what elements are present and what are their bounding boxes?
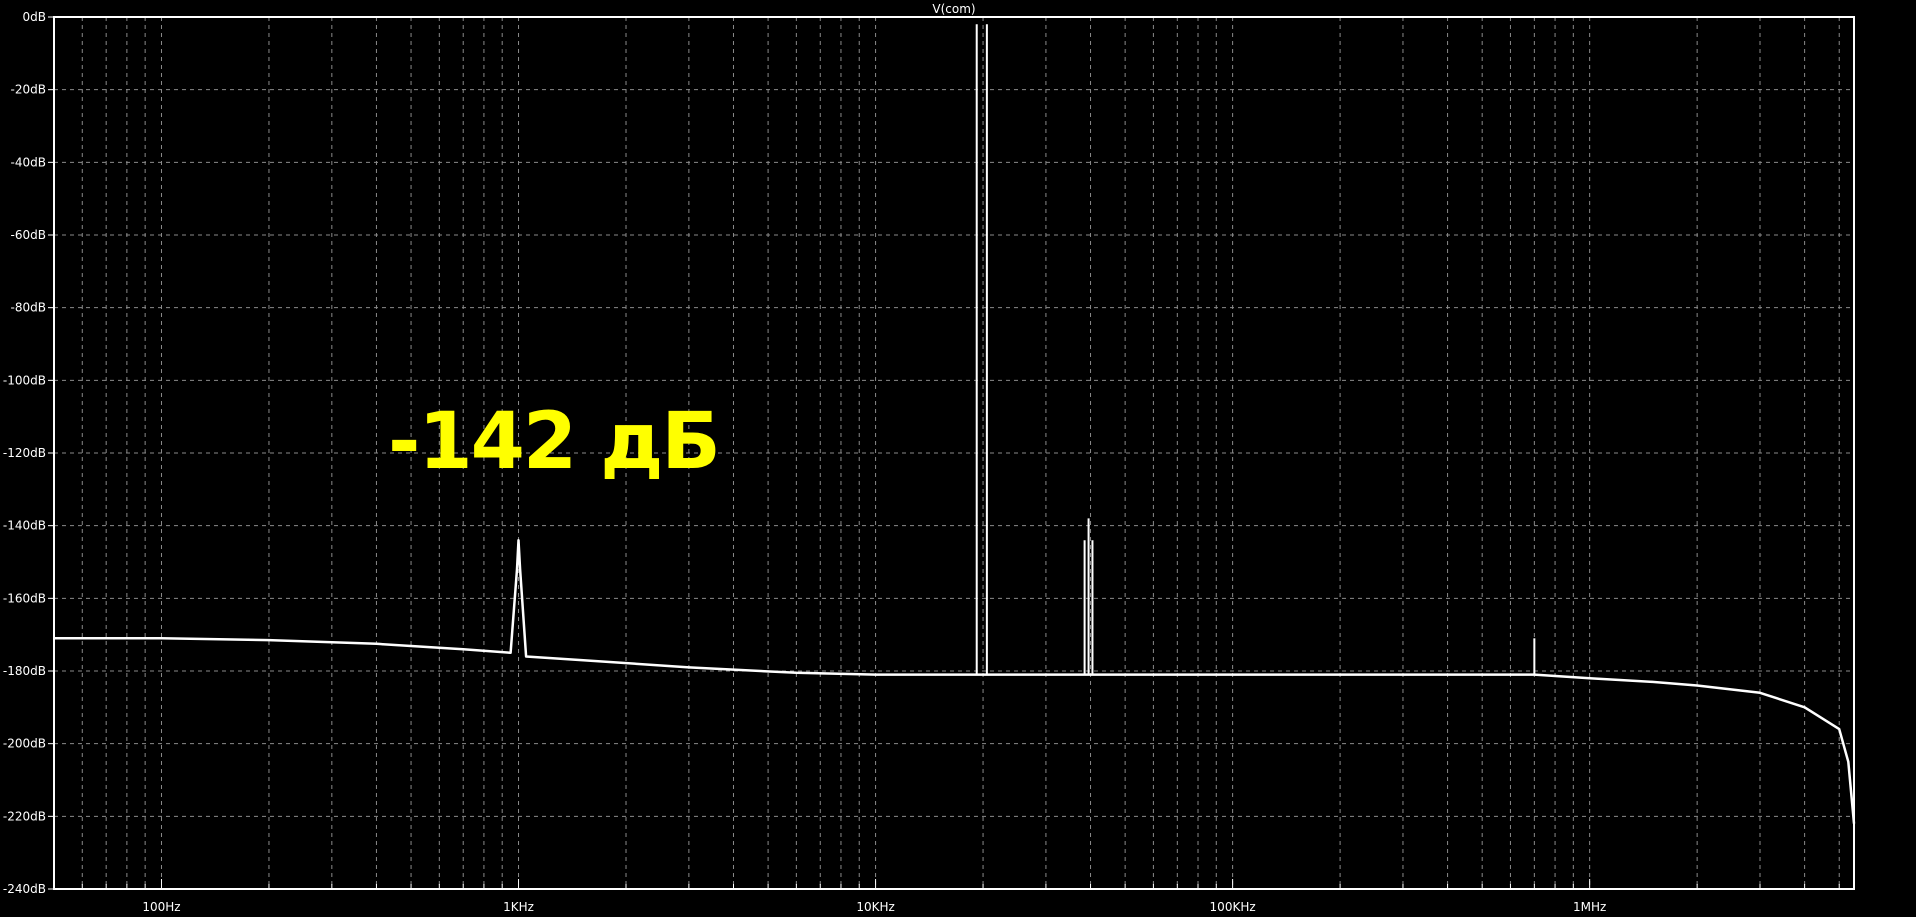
x-tick-label: 100Hz bbox=[142, 900, 180, 914]
y-tick-label: -160dB bbox=[3, 591, 46, 605]
y-tick-label: -40dB bbox=[11, 155, 46, 169]
y-tick-label: -60dB bbox=[11, 228, 46, 242]
y-tick-label: -100dB bbox=[3, 373, 46, 387]
spectrum-plot: 0dB -20dB -40dB -60dB -80dB -100dB -120dB -140d… bbox=[0, 0, 1916, 917]
y-tick-label: -240dB bbox=[3, 882, 46, 896]
annotation-label: -142 дБ bbox=[388, 397, 719, 487]
y-tick-label: -200dB bbox=[3, 737, 46, 751]
chart-title: V(com) bbox=[932, 2, 975, 16]
x-tick-label: 1MHz bbox=[1573, 900, 1606, 914]
y-tick-label: -20dB bbox=[11, 83, 46, 97]
y-tick-label: -180dB bbox=[3, 664, 46, 678]
x-tick-label: 100KHz bbox=[1210, 900, 1256, 914]
y-tick-label: -140dB bbox=[3, 519, 46, 533]
x-tick-label: 10KHz bbox=[856, 900, 894, 914]
y-tick-label: -220dB bbox=[3, 809, 46, 823]
y-tick-label: -80dB bbox=[11, 301, 46, 315]
y-tick-label: 0dB bbox=[23, 10, 46, 24]
x-tick-label: 1KHz bbox=[503, 900, 534, 914]
y-tick-label: -120dB bbox=[3, 446, 46, 460]
plot-background bbox=[0, 0, 1916, 917]
